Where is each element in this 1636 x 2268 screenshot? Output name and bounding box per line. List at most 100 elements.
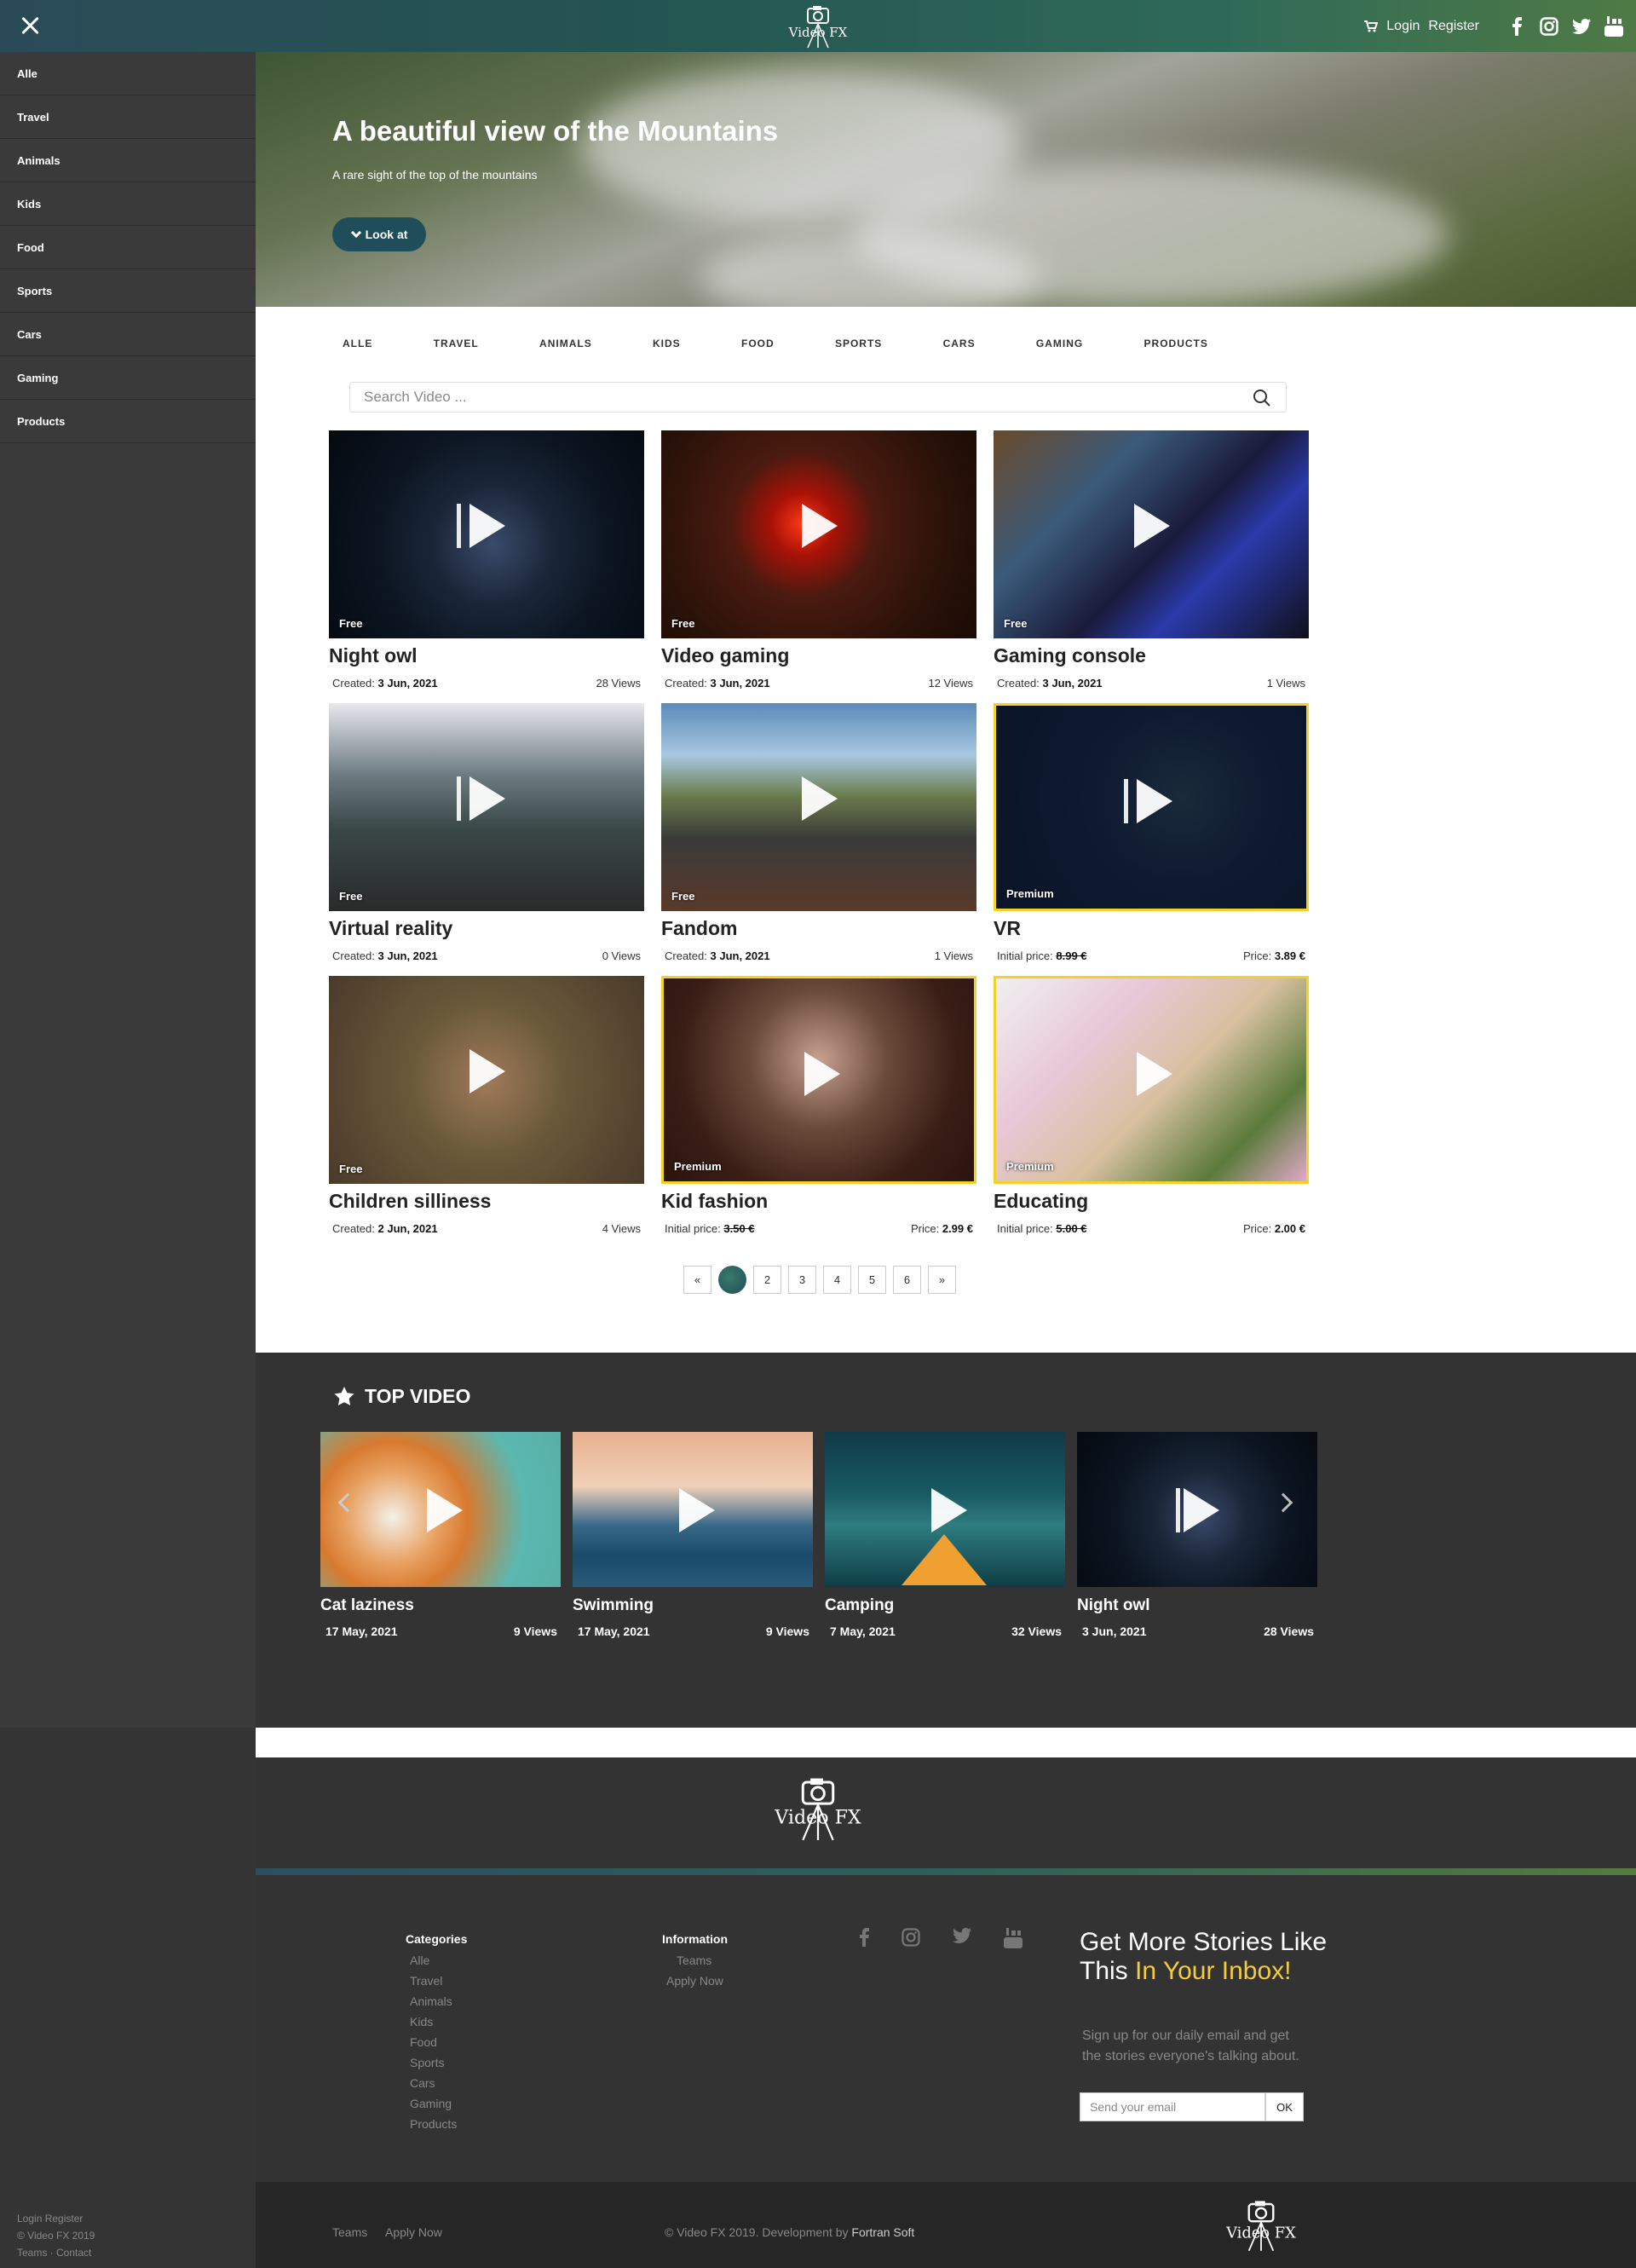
- login-link[interactable]: Login: [1386, 19, 1420, 34]
- pagination-page[interactable]: 4: [823, 1266, 851, 1294]
- video-title[interactable]: Kid fashion: [661, 1190, 768, 1213]
- video-thumbnail[interactable]: Free: [329, 430, 644, 638]
- tab-travel[interactable]: TRAVEL: [406, 338, 506, 349]
- sidebar-teams-link[interactable]: Teams: [17, 2247, 47, 2259]
- video-title[interactable]: Night owl: [329, 644, 417, 667]
- sidebar-item-travel[interactable]: Travel: [0, 95, 256, 139]
- instagram-icon[interactable]: [902, 1928, 920, 1947]
- email-field[interactable]: [1080, 2092, 1265, 2121]
- logo[interactable]: Video FX: [782, 3, 854, 49]
- sidebar-item-products[interactable]: Products: [0, 400, 256, 443]
- footer-category-travel[interactable]: Travel: [410, 1974, 467, 1988]
- pagination-next[interactable]: »: [928, 1266, 956, 1294]
- top-video-title[interactable]: Camping: [825, 1596, 894, 1615]
- twitter-icon[interactable]: [1570, 14, 1593, 38]
- pagination-prev[interactable]: «: [683, 1266, 711, 1294]
- sidebar-contact-link[interactable]: Contact: [56, 2247, 91, 2259]
- sidebar-register-link[interactable]: Register: [45, 2213, 84, 2225]
- top-video-thumbnail[interactable]: [825, 1432, 1065, 1587]
- footer-category-animals[interactable]: Animals: [410, 1994, 467, 2008]
- video-thumbnail[interactable]: Free: [329, 976, 644, 1184]
- sidebar-item-cars[interactable]: Cars: [0, 313, 256, 356]
- youtube-icon[interactable]: [1602, 14, 1626, 38]
- top-video-title[interactable]: Cat laziness: [320, 1596, 414, 1615]
- close-menu-icon[interactable]: [17, 13, 43, 38]
- play-icon[interactable]: [469, 776, 505, 821]
- footer-category-sports[interactable]: Sports: [410, 2056, 467, 2069]
- top-video-title[interactable]: Swimming: [573, 1596, 654, 1615]
- video-title[interactable]: Video gaming: [661, 644, 789, 667]
- search-input[interactable]: [349, 382, 1287, 413]
- video-thumbnail[interactable]: Premium: [661, 976, 976, 1184]
- cart-icon[interactable]: [1364, 20, 1379, 32]
- video-thumbnail[interactable]: Free: [329, 703, 644, 911]
- top-video-thumbnail[interactable]: [573, 1432, 813, 1587]
- register-link[interactable]: Register: [1428, 19, 1479, 34]
- play-icon[interactable]: [802, 504, 838, 548]
- facebook-icon[interactable]: [859, 1928, 869, 1947]
- sidebar-item-animals[interactable]: Animals: [0, 139, 256, 182]
- play-icon[interactable]: [1184, 1488, 1219, 1532]
- tab-sports[interactable]: SPORTS: [808, 338, 909, 349]
- footer-category-gaming[interactable]: Gaming: [410, 2097, 467, 2110]
- sidebar-item-gaming[interactable]: Gaming: [0, 356, 256, 400]
- pagination-current-page[interactable]: [718, 1266, 746, 1294]
- tab-kids[interactable]: KIDS: [625, 338, 708, 349]
- video-thumbnail[interactable]: Free: [661, 703, 976, 911]
- footer-category-products[interactable]: Products: [410, 2117, 467, 2131]
- pagination-page[interactable]: 3: [788, 1266, 816, 1294]
- tab-food[interactable]: FOOD: [714, 338, 802, 349]
- video-thumbnail[interactable]: Free: [661, 430, 976, 638]
- footer-apply-link[interactable]: Apply Now: [666, 1974, 728, 1988]
- play-icon[interactable]: [1137, 779, 1172, 823]
- play-icon[interactable]: [931, 1488, 967, 1532]
- play-icon[interactable]: [427, 1488, 463, 1532]
- footer-teams-link[interactable]: Teams: [677, 1953, 728, 1967]
- play-icon[interactable]: [804, 1052, 840, 1096]
- sidebar-item-sports[interactable]: Sports: [0, 269, 256, 313]
- tab-products[interactable]: PRODUCTS: [1117, 338, 1236, 349]
- video-thumbnail[interactable]: Premium: [994, 976, 1309, 1184]
- play-icon[interactable]: [469, 1049, 505, 1094]
- video-thumbnail[interactable]: Free: [994, 430, 1309, 638]
- video-title[interactable]: Virtual reality: [329, 917, 452, 940]
- video-thumbnail[interactable]: Premium: [994, 703, 1309, 911]
- footer-category-food[interactable]: Food: [410, 2035, 467, 2049]
- instagram-icon[interactable]: [1537, 14, 1561, 38]
- pagination-page[interactable]: 2: [753, 1266, 781, 1294]
- video-title[interactable]: Educating: [994, 1190, 1088, 1213]
- sidebar-item-kids[interactable]: Kids: [0, 182, 256, 226]
- video-title[interactable]: Gaming console: [994, 644, 1146, 667]
- footer-category-kids[interactable]: Kids: [410, 2015, 467, 2029]
- sidebar-login-link[interactable]: Login: [17, 2213, 42, 2225]
- bottom-teams-link[interactable]: Teams: [332, 2225, 367, 2239]
- video-title[interactable]: VR: [994, 917, 1021, 940]
- tab-alle[interactable]: ALLE: [315, 338, 400, 349]
- play-icon[interactable]: [679, 1488, 715, 1532]
- top-video-title[interactable]: Night owl: [1077, 1596, 1149, 1615]
- tab-cars[interactable]: CARS: [916, 338, 1003, 349]
- pagination-page[interactable]: 5: [858, 1266, 886, 1294]
- developer-link[interactable]: Fortran Soft: [851, 2225, 914, 2239]
- facebook-icon[interactable]: [1505, 14, 1529, 38]
- sidebar-item-alle[interactable]: Alle: [0, 52, 256, 95]
- search-icon[interactable]: [1253, 389, 1271, 407]
- top-video-thumbnail[interactable]: [320, 1432, 561, 1587]
- footer-category-alle[interactable]: Alle: [410, 1953, 467, 1967]
- sidebar-item-food[interactable]: Food: [0, 226, 256, 269]
- tab-gaming[interactable]: GAMING: [1009, 338, 1110, 349]
- tab-animals[interactable]: ANIMALS: [512, 338, 619, 349]
- video-title[interactable]: Children silliness: [329, 1190, 491, 1213]
- play-icon[interactable]: [1137, 1052, 1172, 1096]
- pagination-page[interactable]: 6: [893, 1266, 921, 1294]
- video-title[interactable]: Fandom: [661, 917, 737, 940]
- play-icon[interactable]: [1134, 504, 1170, 548]
- newsletter-ok-button[interactable]: OK: [1265, 2092, 1304, 2121]
- play-icon[interactable]: [802, 776, 838, 821]
- play-icon[interactable]: [469, 504, 505, 548]
- bottom-logo[interactable]: Video FX: [1218, 2195, 1304, 2256]
- look-at-button[interactable]: Look at: [332, 217, 426, 251]
- bottom-apply-link[interactable]: Apply Now: [385, 2225, 442, 2239]
- youtube-icon[interactable]: [1004, 1928, 1022, 1948]
- twitter-icon[interactable]: [953, 1928, 971, 1943]
